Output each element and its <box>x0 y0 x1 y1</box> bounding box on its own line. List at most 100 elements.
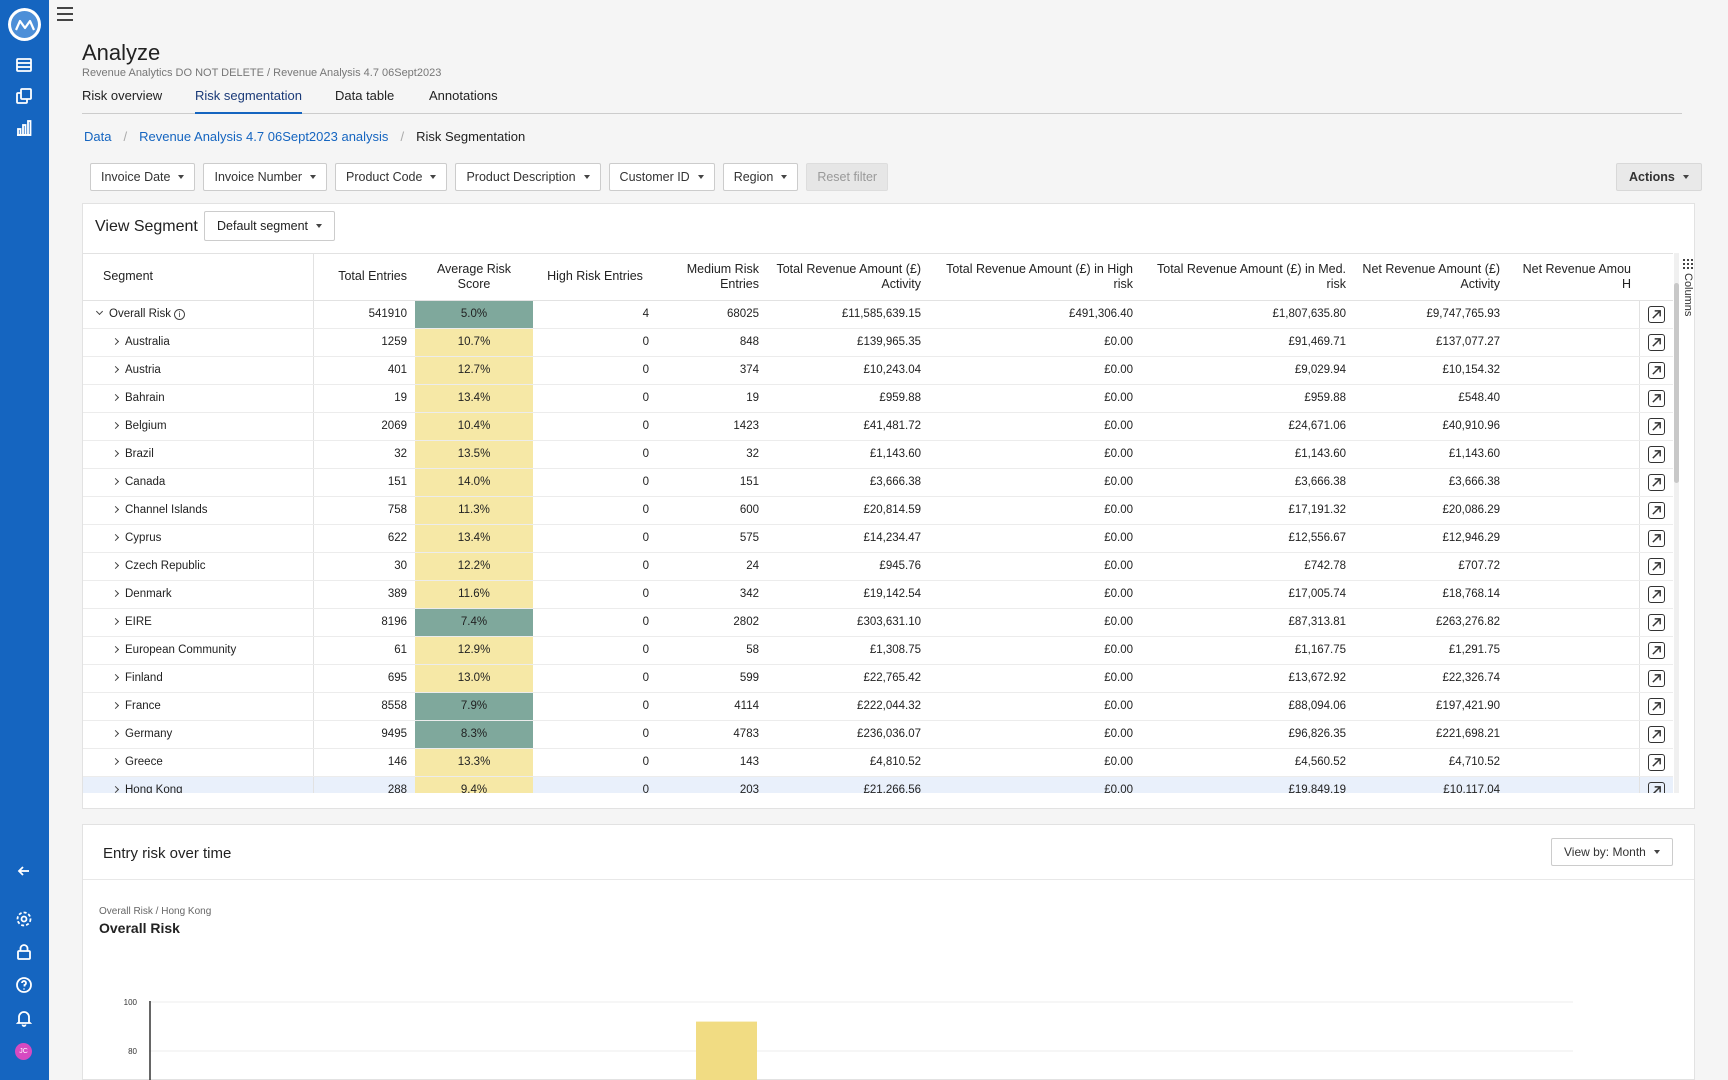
open-external-icon[interactable] <box>1647 473 1665 491</box>
segment-cell[interactable]: Czech Republic <box>83 552 314 581</box>
gear-icon[interactable] <box>14 909 34 929</box>
product-description-filter[interactable]: Product Description <box>455 163 601 191</box>
segment-cell[interactable]: Belgium <box>83 412 314 441</box>
open-external-icon[interactable] <box>1647 389 1665 407</box>
info-icon[interactable]: i <box>173 309 185 320</box>
col-header-total-entries[interactable]: Total Entries <box>313 254 415 301</box>
chart-bar[interactable] <box>696 1021 757 1080</box>
tab-data-table[interactable]: Data table <box>335 88 394 114</box>
open-external-icon[interactable] <box>1647 613 1665 631</box>
chevron-down-icon[interactable] <box>95 307 104 316</box>
open-external-icon[interactable] <box>1647 725 1665 743</box>
open-external-icon[interactable] <box>1647 781 1665 793</box>
segment-cell[interactable]: Bahrain <box>83 384 314 413</box>
segment-cell[interactable]: Finland <box>83 664 314 693</box>
open-external-icon[interactable] <box>1647 697 1665 715</box>
table-row[interactable]: Bahrain 19 13.4% 0 19 £959.88 £0.00 £959.88 £548… <box>83 384 1673 413</box>
segment-cell[interactable]: Denmark <box>83 580 314 609</box>
segment-cell[interactable]: European Community <box>83 636 314 665</box>
segment-cell[interactable]: France <box>83 692 314 721</box>
arrow-left-icon[interactable] <box>14 861 34 881</box>
table-row[interactable]: Denmark 389 11.6% 0 342 £19,142.54 £0.00 £17,00… <box>83 580 1673 609</box>
columns-panel-toggle[interactable]: Columns <box>1681 253 1695 343</box>
open-external-icon[interactable] <box>1647 417 1665 435</box>
open-external-icon[interactable] <box>1647 445 1665 463</box>
chevron-right-icon[interactable] <box>111 365 120 374</box>
segment-cell[interactable]: Australia <box>83 328 314 357</box>
table-row[interactable]: Hong Kong 288 9.4% 0 203 £21,266.56 £0.00 £19,8… <box>83 776 1673 793</box>
chevron-right-icon[interactable] <box>111 421 120 430</box>
breadcrumb-data[interactable]: Data <box>84 129 111 144</box>
chevron-right-icon[interactable] <box>111 561 120 570</box>
col-header-total-revenue-med[interactable]: Total Revenue Amount (£) in Med. risk <box>1141 254 1354 301</box>
chevron-right-icon[interactable] <box>111 505 120 514</box>
breadcrumb-analysis[interactable]: Revenue Analysis 4.7 06Sept2023 analysis <box>139 129 388 144</box>
col-header-avg-risk[interactable]: Average Risk Score <box>415 254 533 301</box>
table-row[interactable]: Greece 146 13.3% 0 143 £4,810.52 £0.00 £4,560.5… <box>83 748 1673 777</box>
open-external-icon[interactable] <box>1647 333 1665 351</box>
invoice-number-filter[interactable]: Invoice Number <box>203 163 328 191</box>
tab-risk-overview[interactable]: Risk overview <box>82 88 162 114</box>
view-by-dropdown[interactable]: View by: Month <box>1551 838 1673 866</box>
actions-button[interactable]: Actions <box>1616 163 1702 191</box>
chevron-right-icon[interactable] <box>111 337 120 346</box>
segment-cell[interactable]: Cyprus <box>83 524 314 553</box>
table-row[interactable]: European Community 61 12.9% 0 58 £1,308.75 £0.… <box>83 636 1673 665</box>
table-row[interactable]: France 8558 7.9% 0 4114 £222,044.32 £0.00 £88,0… <box>83 692 1673 721</box>
table-row[interactable]: Australia 1259 10.7% 0 848 £139,965.35 £0.00 £9… <box>83 328 1673 357</box>
table-row-overall[interactable]: Overall Risk i 541910 5.0% 4 68025 £11,585,639… <box>83 300 1673 329</box>
table-row[interactable]: Czech Republic 30 12.2% 0 24 £945.76 £0.00 £742… <box>83 552 1673 581</box>
segment-selector[interactable]: Default segment <box>204 211 336 241</box>
chevron-right-icon[interactable] <box>111 533 120 542</box>
segment-cell[interactable]: Austria <box>83 356 314 385</box>
chevron-right-icon[interactable] <box>111 393 120 402</box>
col-header-segment[interactable]: Segment <box>83 254 314 301</box>
open-external-icon[interactable] <box>1647 557 1665 575</box>
chevron-right-icon[interactable] <box>111 729 120 738</box>
region-filter[interactable]: Region <box>722 163 799 191</box>
chevron-right-icon[interactable] <box>111 673 120 682</box>
segment-cell[interactable]: Germany <box>83 720 314 749</box>
bell-icon[interactable] <box>14 1008 34 1028</box>
col-header-total-revenue[interactable]: Total Revenue Amount (£) Activity <box>767 254 929 301</box>
segment-cell[interactable]: EIRE <box>83 608 314 637</box>
segment-cell[interactable]: Overall Risk i <box>83 300 314 329</box>
chevron-right-icon[interactable] <box>111 589 120 598</box>
open-external-icon[interactable] <box>1647 669 1665 687</box>
col-header-medium-risk[interactable]: Medium Risk Entries <box>657 254 767 301</box>
table-row[interactable]: Channel Islands 758 11.3% 0 600 £20,814.59 £0.… <box>83 496 1673 525</box>
table-row[interactable]: Germany 9495 8.3% 0 4783 £236,036.07 £0.00 £96,… <box>83 720 1673 749</box>
table-row[interactable]: Cyprus 622 13.4% 0 575 £14,234.47 £0.00 £12,556… <box>83 524 1673 553</box>
col-header-net-revenue-cut[interactable]: Net Revenue Amou H <box>1508 254 1639 301</box>
col-header-net-revenue[interactable]: Net Revenue Amount (£) Activity <box>1354 254 1508 301</box>
vertical-scrollbar[interactable] <box>1674 253 1679 793</box>
avatar[interactable]: JC <box>15 1043 32 1060</box>
invoice-date-filter[interactable]: Invoice Date <box>90 163 196 191</box>
help-icon[interactable] <box>14 975 34 995</box>
col-header-total-revenue-high[interactable]: Total Revenue Amount (£) in High risk <box>929 254 1141 301</box>
chevron-right-icon[interactable] <box>111 477 120 486</box>
lock-icon[interactable] <box>14 942 34 962</box>
chevron-right-icon[interactable] <box>111 617 120 626</box>
open-external-icon[interactable] <box>1647 641 1665 659</box>
table-row[interactable]: Austria 401 12.7% 0 374 £10,243.04 £0.00 £9,029… <box>83 356 1673 385</box>
open-external-icon[interactable] <box>1647 305 1665 323</box>
segment-cell[interactable]: Channel Islands <box>83 496 314 525</box>
segment-cell[interactable]: Canada <box>83 468 314 497</box>
segment-cell[interactable]: Greece <box>83 748 314 777</box>
chevron-right-icon[interactable] <box>111 701 120 710</box>
tab-risk-segmentation[interactable]: Risk segmentation <box>195 88 302 114</box>
hamburger-menu-icon[interactable] <box>57 7 73 21</box>
table-row[interactable]: Brazil 32 13.5% 0 32 £1,143.60 £0.00 £1,143.60 £… <box>83 440 1673 469</box>
table-row[interactable]: Finland 695 13.0% 0 599 £22,765.42 £0.00 £13,67… <box>83 664 1673 693</box>
segment-cell[interactable]: Hong Kong <box>83 776 314 793</box>
chevron-right-icon[interactable] <box>111 449 120 458</box>
open-external-icon[interactable] <box>1647 501 1665 519</box>
customer-id-filter[interactable]: Customer ID <box>608 163 715 191</box>
chevron-right-icon[interactable] <box>111 645 120 654</box>
scrollbar-thumb[interactable] <box>1674 283 1679 483</box>
table-row[interactable]: Belgium 2069 10.4% 0 1423 £41,481.72 £0.00 £24,… <box>83 412 1673 441</box>
list-icon[interactable] <box>14 55 34 75</box>
logo-icon[interactable] <box>8 8 41 41</box>
open-external-icon[interactable] <box>1647 361 1665 379</box>
